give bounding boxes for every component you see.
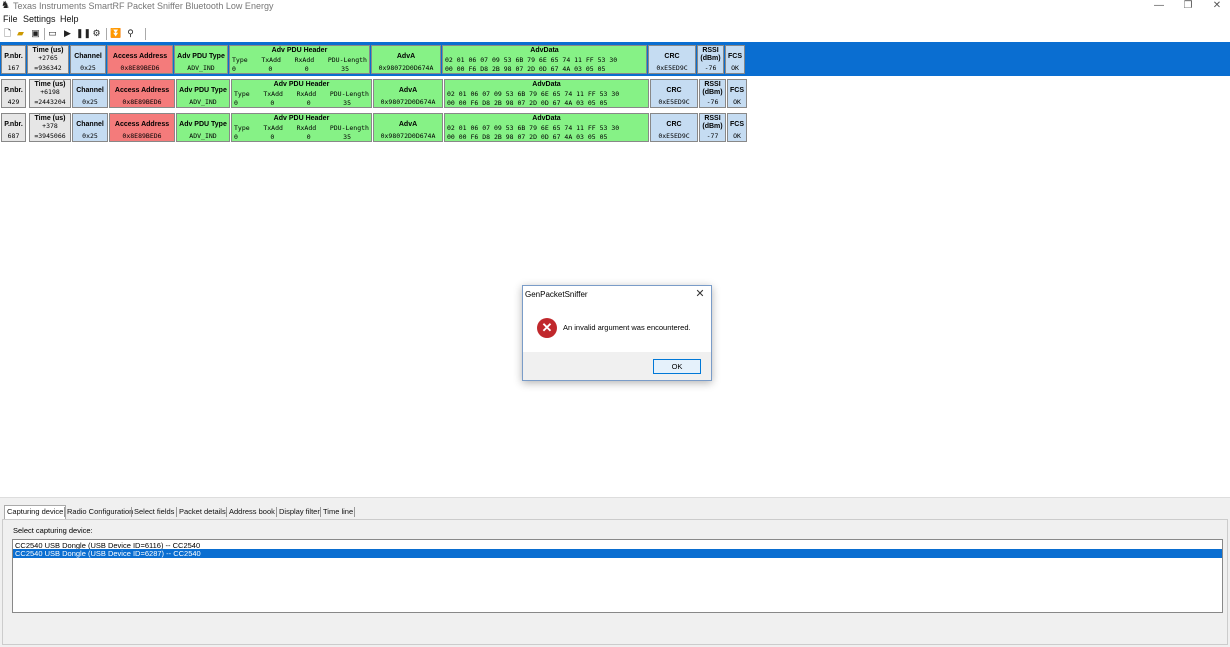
dialog-close-button[interactable]: ✕: [692, 287, 708, 300]
time-cell: Time (us) +2765 =936342: [27, 45, 69, 74]
adva-cell: AdvA 0x98072D0D674A: [373, 79, 443, 108]
settings-icon[interactable]: ⚙: [91, 28, 102, 39]
adv-pdu-header-cell: Adv PDU Header Type TxAdd RxAdd PDU-Length …: [231, 113, 372, 142]
clear-icon[interactable]: ▭: [47, 28, 58, 39]
toolbar: 🗋 ▰ ▣ ▭ ▶ ❚❚ ⚙ ⏬ ⚲: [0, 27, 1230, 41]
dialog-title: GenPacketSniffer: [525, 290, 588, 299]
tab-radio-configuration[interactable]: Radio Configuration: [65, 506, 135, 518]
adv-pdu-type-cell: Adv PDU Type ADV_IND: [174, 45, 228, 74]
advdata-cell: AdvData 02 01 06 07 09 53 6B 79 6E 65 74…: [444, 113, 649, 142]
open-icon[interactable]: ▰: [15, 28, 26, 39]
tab-select-fields[interactable]: Select fields: [132, 506, 176, 518]
tab-display-filter[interactable]: Display filter: [277, 506, 322, 518]
new-icon[interactable]: 🗋: [2, 28, 13, 39]
access-address-cell: Access Address 0x8E89BED6: [109, 79, 175, 108]
packet-row[interactable]: P.nbr. 167 Time (us) +2765 =936342 Channel 0…: [0, 42, 1230, 76]
fcs-cell: FCS OK: [725, 45, 745, 74]
packet-row[interactable]: P.nbr. 687 Time (us) +378 =3945066 Channel 0…: [0, 110, 1230, 144]
access-address-cell: Access Address 0x8E89BED6: [107, 45, 173, 74]
access-address-cell: Access Address 0x8E89BED6: [109, 113, 175, 142]
pnbr-cell: P.nbr. 687: [1, 113, 26, 142]
channel-cell: Channel 0x25: [72, 79, 108, 108]
error-icon: ✕: [537, 318, 557, 338]
window-title: Texas Instruments SmartRF Packet Sniffer…: [13, 1, 274, 11]
save-icon[interactable]: ▣: [30, 28, 41, 39]
time-cell: Time (us) +378 =3945066: [29, 113, 71, 142]
rssi-cell: RSSI (dBm) -77: [699, 113, 726, 142]
adva-cell: AdvA 0x98072D0D674A: [371, 45, 441, 74]
rssi-cell: RSSI (dBm) -76: [699, 79, 726, 108]
minimize-button[interactable]: —: [1144, 0, 1174, 12]
crc-cell: CRC 0xE5ED9C: [650, 113, 698, 142]
adv-pdu-type-cell: Adv PDU Type ADV_IND: [176, 79, 230, 108]
ok-button[interactable]: OK: [653, 359, 701, 374]
packet-row[interactable]: P.nbr. 429 Time (us) +6198 =2443204 Channel…: [0, 76, 1230, 110]
pnbr-cell: P.nbr. 167: [1, 45, 26, 74]
crc-cell: CRC 0xE5ED9C: [650, 79, 698, 108]
menu-file[interactable]: File: [3, 14, 18, 24]
menu-settings[interactable]: Settings: [23, 14, 56, 24]
adv-pdu-header-cell: Adv PDU Header Type TxAdd RxAdd PDU-Length …: [229, 45, 370, 74]
device-list[interactable]: CC2540 USB Dongle (USB Device ID=6116) -…: [12, 539, 1223, 613]
adv-pdu-header-cell: Adv PDU Header Type TxAdd RxAdd PDU-Length …: [231, 79, 372, 108]
bottom-panel: Capturing device Radio Configuration Sel…: [0, 497, 1230, 647]
device-item-selected[interactable]: CC2540 USB Dongle (USB Device ID=6287) -…: [13, 549, 1222, 558]
ti-logo-icon: ♞: [1, 0, 10, 11]
select-device-label: Select capturing device:: [13, 526, 93, 535]
crc-cell: CRC 0xE5ED9C: [648, 45, 696, 74]
tab-capturing-device[interactable]: Capturing device: [4, 505, 67, 520]
time-cell: Time (us) +6198 =2443204: [29, 79, 71, 108]
rssi-cell: RSSI (dBm) -76: [697, 45, 724, 74]
advdata-cell: AdvData 02 01 06 07 09 53 6B 79 6E 65 74…: [444, 79, 649, 108]
title-bar: ♞ Texas Instruments SmartRF Packet Sniff…: [0, 0, 1230, 13]
restore-button[interactable]: ❐: [1173, 0, 1203, 12]
channel-cell: Channel 0x25: [72, 113, 108, 142]
adv-pdu-type-cell: Adv PDU Type ADV_IND: [176, 113, 230, 142]
fcs-cell: FCS OK: [727, 113, 747, 142]
close-button[interactable]: ✕: [1202, 0, 1230, 12]
capturing-device-panel: Select capturing device: CC2540 USB Dong…: [2, 519, 1228, 645]
channel-cell: Channel 0x25: [70, 45, 106, 74]
error-dialog: GenPacketSniffer ✕ ✕ An invalid argument…: [522, 285, 712, 381]
tab-address-book[interactable]: Address book: [227, 506, 277, 518]
filter-icon[interactable]: ⚲: [125, 28, 136, 39]
scroll-down-icon[interactable]: ⏬: [110, 28, 121, 39]
fcs-cell: FCS OK: [727, 79, 747, 108]
pause-icon[interactable]: ❚❚: [76, 28, 91, 39]
advdata-cell: AdvData 02 01 06 07 09 53 6B 79 6E 65 74…: [442, 45, 647, 74]
menu-help[interactable]: Help: [60, 14, 79, 24]
dialog-footer: OK: [523, 352, 711, 380]
pnbr-cell: P.nbr. 429: [1, 79, 26, 108]
tab-time-line[interactable]: Time line: [321, 506, 355, 518]
adva-cell: AdvA 0x98072D0D674A: [373, 113, 443, 142]
dialog-message: An invalid argument was encountered.: [563, 323, 691, 332]
tab-packet-details[interactable]: Packet details: [177, 506, 228, 518]
play-icon[interactable]: ▶: [62, 28, 73, 39]
menu-bar: File Settings Help: [0, 13, 1230, 25]
